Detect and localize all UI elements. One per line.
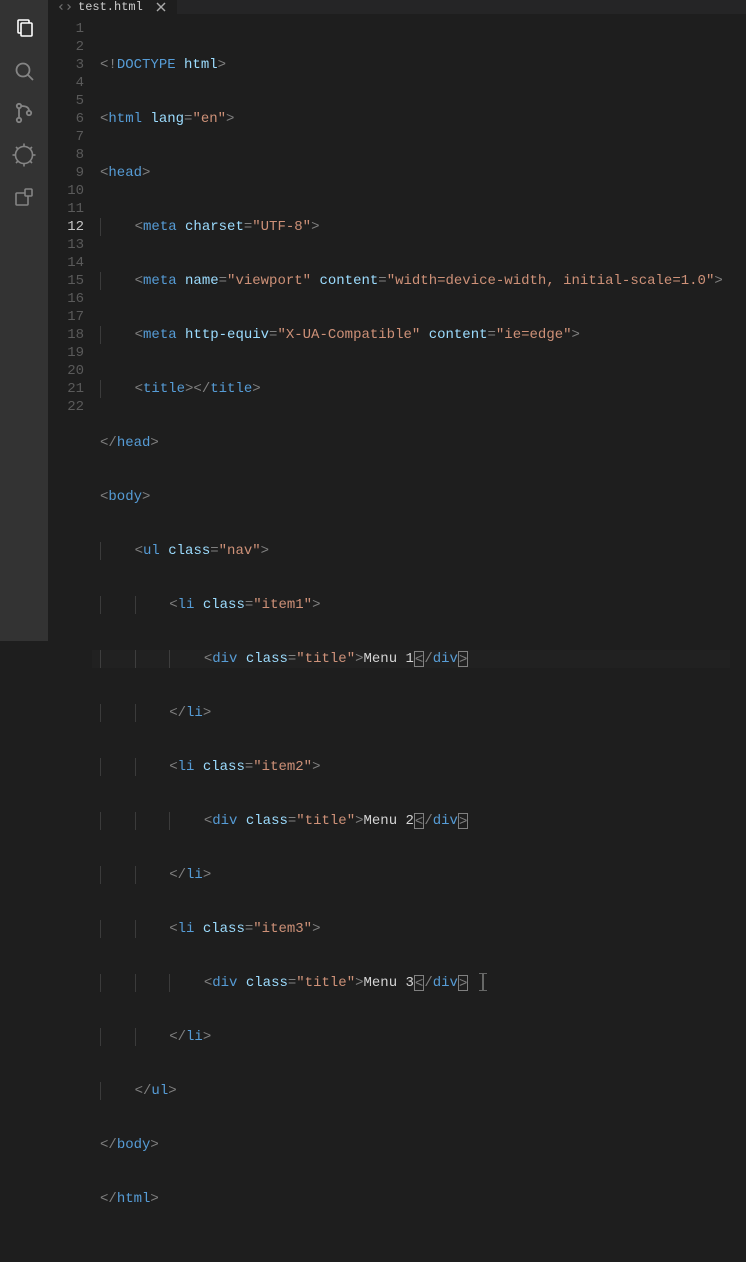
tab-test-html[interactable]: test.html (48, 0, 177, 14)
code-area[interactable]: <!DOCTYPE html> <html lang="en"> <head> … (100, 14, 730, 1262)
code-line: <title></title> (100, 380, 730, 398)
line-number: 21 (48, 380, 84, 398)
code-line: <div class="title">Menu 2</div> (100, 812, 730, 830)
line-number: 15 (48, 272, 84, 290)
text-cursor (482, 974, 484, 990)
line-numbers: 12345678910111213141516171819202122 (48, 14, 100, 1262)
code-line: <meta http-equiv="X-UA-Compatible" conte… (100, 326, 730, 344)
code-line: </body> (100, 1136, 730, 1154)
tab-bar: test.html (48, 0, 746, 14)
line-number: 12 (48, 218, 84, 236)
code-line: <html lang="en"> (100, 110, 730, 128)
line-number: 18 (48, 326, 84, 344)
code-line: </ul> (100, 1082, 730, 1100)
code-line: <head> (100, 164, 730, 182)
line-number: 20 (48, 362, 84, 380)
code-line: <li class="item3"> (100, 920, 730, 938)
minimap[interactable] (730, 14, 746, 1262)
line-number: 16 (48, 290, 84, 308)
explorer-icon[interactable] (0, 8, 48, 50)
code-line: <div class="title">Menu 3</div> (100, 974, 730, 992)
line-number: 2 (48, 38, 84, 56)
code-line: <div class="title">Menu 1</div> (100, 650, 730, 668)
close-icon[interactable] (155, 1, 167, 13)
extensions-icon[interactable] (0, 176, 48, 218)
activity-bar (0, 0, 48, 641)
line-number: 8 (48, 146, 84, 164)
line-number: 13 (48, 236, 84, 254)
app-root: test.html 123456789101112131415161718192… (0, 0, 746, 641)
line-number: 1 (48, 20, 84, 38)
line-number: 4 (48, 74, 84, 92)
search-icon[interactable] (0, 50, 48, 92)
line-number: 5 (48, 92, 84, 110)
tab-filename: test.html (78, 0, 143, 14)
file-code-icon (58, 0, 72, 14)
line-number: 3 (48, 56, 84, 74)
code-line: <ul class="nav"> (100, 542, 730, 560)
code-line: </li> (100, 866, 730, 884)
code-editor[interactable]: 12345678910111213141516171819202122 <!DO… (48, 14, 746, 1262)
code-line: </li> (100, 704, 730, 722)
line-number: 7 (48, 128, 84, 146)
line-number: 14 (48, 254, 84, 272)
code-line: <body> (100, 488, 730, 506)
code-line: <meta charset="UTF-8"> (100, 218, 730, 236)
line-number: 11 (48, 200, 84, 218)
debug-icon[interactable] (0, 134, 48, 176)
code-line: <!DOCTYPE html> (100, 56, 730, 74)
line-number: 19 (48, 344, 84, 362)
code-line: <meta name="viewport" content="width=dev… (100, 272, 730, 290)
code-line: </head> (100, 434, 730, 452)
source-control-icon[interactable] (0, 92, 48, 134)
line-number: 6 (48, 110, 84, 128)
line-number: 22 (48, 398, 84, 416)
line-number: 17 (48, 308, 84, 326)
code-line: <li class="item1"> (100, 596, 730, 614)
editor-main: test.html 123456789101112131415161718192… (48, 0, 746, 641)
line-number: 9 (48, 164, 84, 182)
line-number: 10 (48, 182, 84, 200)
code-line: </html> (100, 1190, 730, 1208)
code-line: </li> (100, 1028, 730, 1046)
code-line: <li class="item2"> (100, 758, 730, 776)
